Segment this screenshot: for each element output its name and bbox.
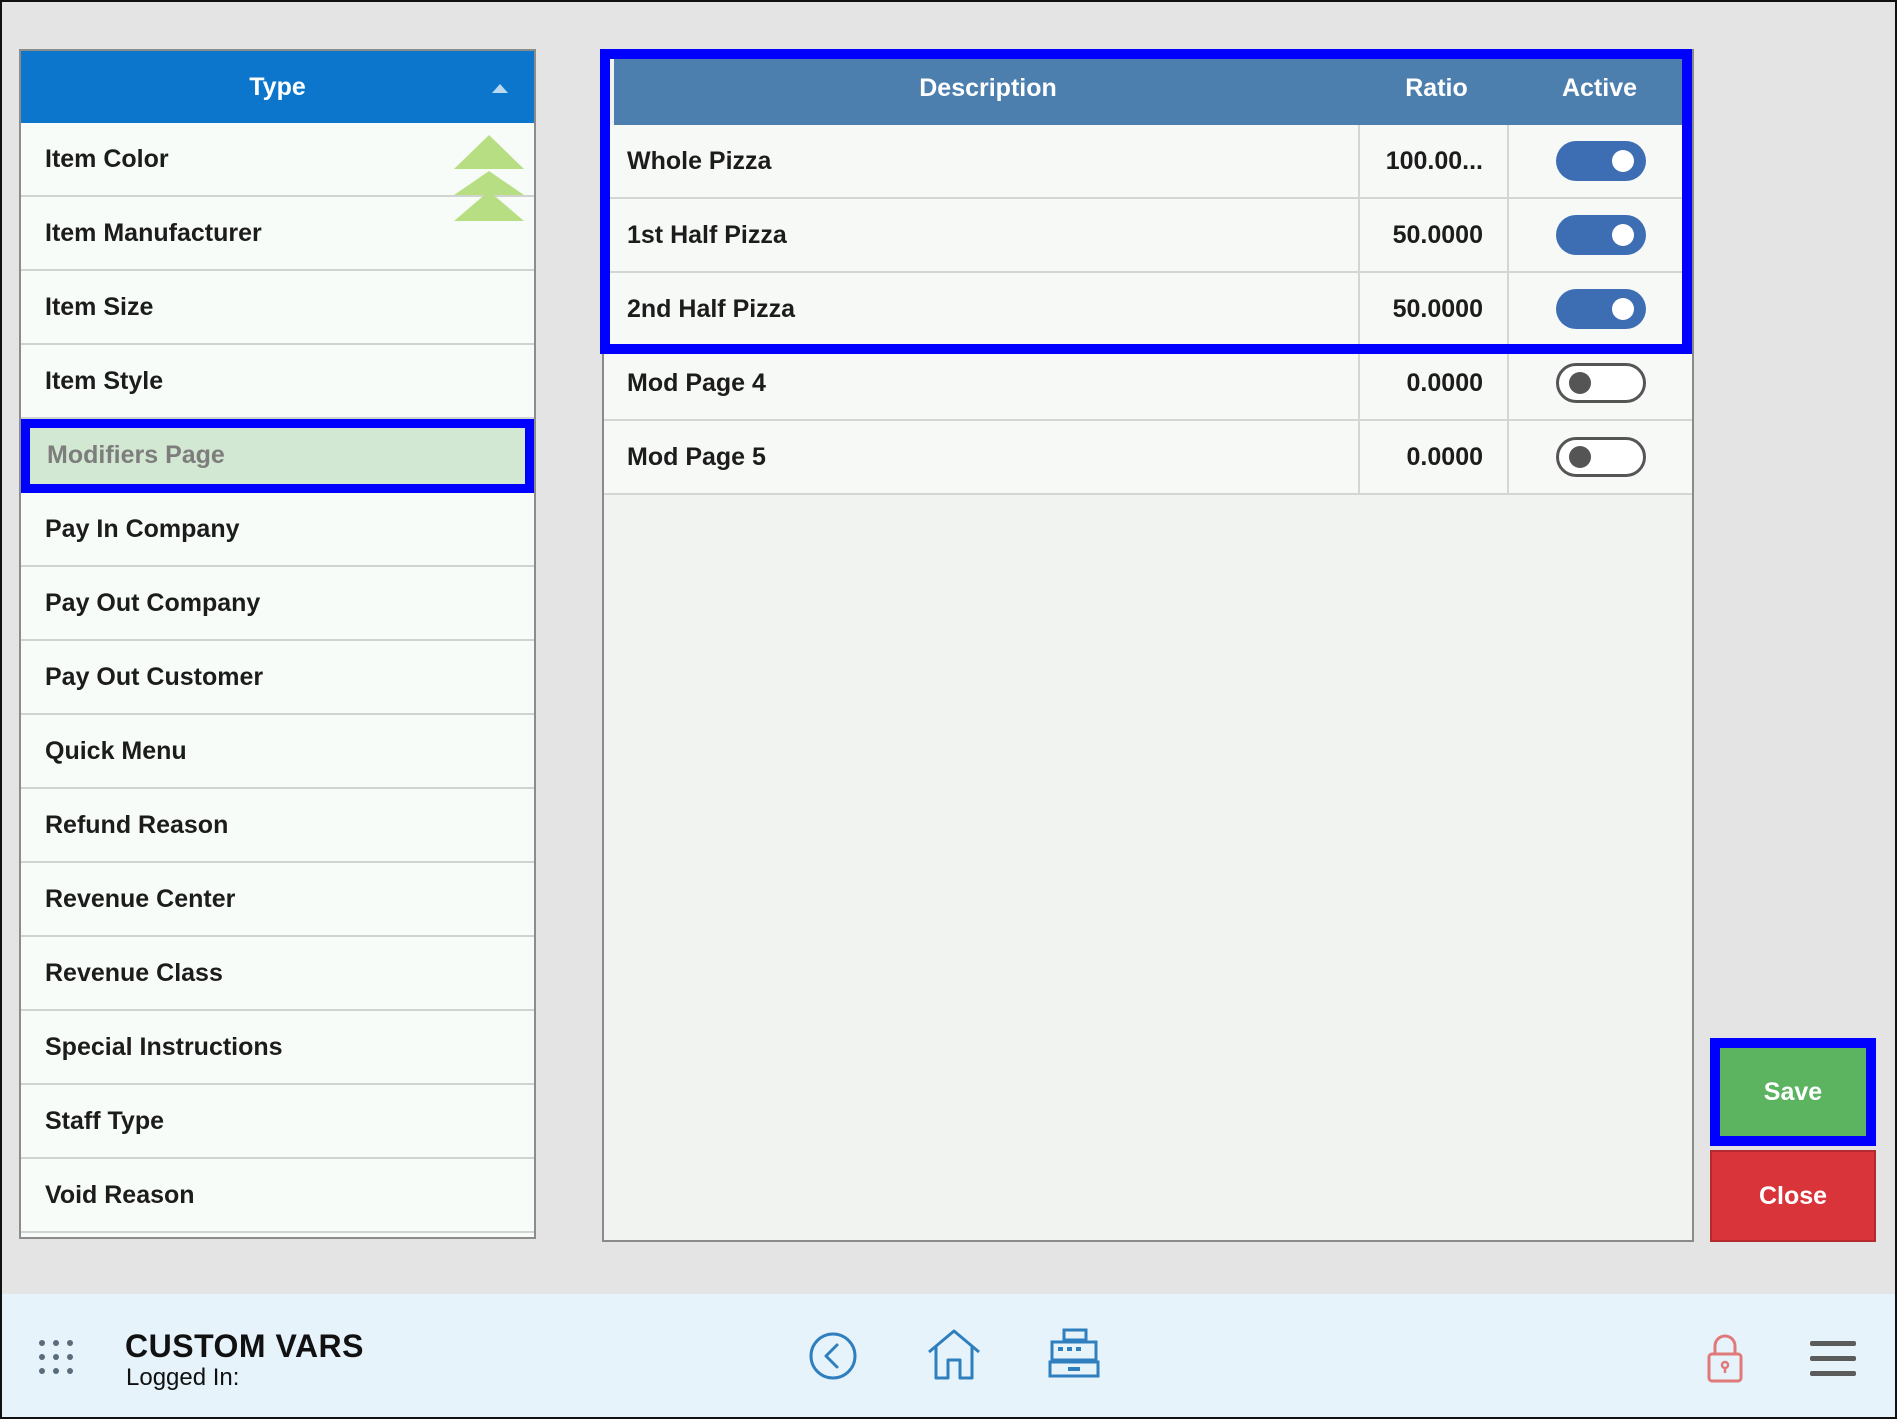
type-item[interactable]: Item Manufacturer <box>21 197 534 271</box>
active-cell <box>1509 199 1692 271</box>
active-toggle[interactable] <box>1555 141 1646 181</box>
footer-bar: CUSTOM VARS Logged In: <box>0 1294 1897 1419</box>
grid-rows: Whole Pizza 100.00... 1st Half Pizza 50.000… <box>604 125 1692 495</box>
type-item-label: Staff Type <box>45 1106 164 1135</box>
description-column-header[interactable]: Description <box>614 51 1362 125</box>
active-column-header[interactable]: Active <box>1511 51 1688 125</box>
type-item-label: Special Instructions <box>45 1032 283 1061</box>
description-cell[interactable]: Mod Page 5 <box>604 421 1360 493</box>
type-item-label: Item Style <box>45 366 164 395</box>
type-column-header[interactable]: Type <box>21 51 534 123</box>
type-list: Item Color Item Manufacturer Item Size Item… <box>21 123 534 1233</box>
active-toggle[interactable] <box>1555 437 1646 477</box>
type-item[interactable]: Revenue Class <box>21 937 534 1011</box>
grid-row[interactable]: Mod Page 4 0.0000 <box>604 347 1692 421</box>
type-item[interactable]: Special Instructions <box>21 1011 534 1085</box>
description-cell[interactable]: 2nd Half Pizza <box>604 273 1360 345</box>
type-item[interactable]: Modifiers Page <box>21 419 534 493</box>
app-title: CUSTOM VARS <box>125 1328 364 1364</box>
lock-icon[interactable] <box>1706 1334 1744 1384</box>
active-toggle[interactable] <box>1555 289 1646 329</box>
ratio-column-header[interactable]: Ratio <box>1362 51 1511 125</box>
type-item[interactable]: Pay Out Company <box>21 567 534 641</box>
active-cell <box>1509 347 1692 419</box>
type-item-label: Item Manufacturer <box>45 218 262 247</box>
ratio-cell[interactable]: 50.0000 <box>1360 273 1509 345</box>
grid-row[interactable]: Whole Pizza 100.00... <box>604 125 1692 199</box>
type-item[interactable]: Staff Type <box>21 1085 534 1159</box>
grid-header: Description Ratio Active <box>614 51 1688 125</box>
type-item[interactable]: Refund Reason <box>21 789 534 863</box>
cash-register-icon[interactable] <box>1048 1328 1100 1378</box>
toggle-knob <box>1568 446 1591 468</box>
ratio-cell[interactable]: 0.0000 <box>1360 421 1509 493</box>
grid-row[interactable]: Mod Page 5 0.0000 <box>604 421 1692 495</box>
active-cell <box>1509 421 1692 493</box>
type-item-label: Quick Menu <box>45 736 187 765</box>
grid-row[interactable]: 1st Half Pizza 50.0000 <box>604 199 1692 273</box>
ratio-cell[interactable]: 100.00... <box>1360 125 1509 197</box>
description-cell[interactable]: Whole Pizza <box>604 125 1360 197</box>
active-cell <box>1509 273 1692 345</box>
toggle-knob <box>1611 224 1634 246</box>
logged-in-label: Logged In: <box>126 1364 240 1391</box>
active-toggle[interactable] <box>1555 215 1646 255</box>
description-cell[interactable]: Mod Page 4 <box>604 347 1360 419</box>
type-item-label: Item Size <box>45 292 154 321</box>
back-icon[interactable] <box>808 1331 858 1381</box>
ratio-cell[interactable]: 50.0000 <box>1360 199 1509 271</box>
grid-row[interactable]: 2nd Half Pizza 50.0000 <box>604 273 1692 347</box>
description-cell[interactable]: 1st Half Pizza <box>604 199 1360 271</box>
type-item[interactable]: Item Style <box>21 345 534 419</box>
type-item[interactable]: Revenue Center <box>21 863 534 937</box>
type-item-label: Revenue Center <box>45 884 236 913</box>
close-button[interactable]: Close <box>1710 1150 1876 1242</box>
type-list-panel: Type Item Color Item Manufacturer Item Siz… <box>19 49 536 1239</box>
menu-icon[interactable] <box>1810 1341 1856 1377</box>
type-item-label: Modifiers Page <box>47 440 225 469</box>
sort-ascending-icon <box>492 84 508 93</box>
type-item-label: Item Color <box>45 144 169 173</box>
type-item-label: Refund Reason <box>45 810 229 839</box>
type-item-label: Void Reason <box>45 1180 195 1209</box>
type-item[interactable]: Void Reason <box>21 1159 534 1233</box>
type-item-label: Revenue Class <box>45 958 223 987</box>
type-item[interactable]: Quick Menu <box>21 715 534 789</box>
type-item-label: Pay Out Company <box>45 588 261 617</box>
modifier-grid: Description Ratio Active Whole Pizza 100.… <box>602 49 1694 1242</box>
type-item-label: Pay Out Customer <box>45 662 264 691</box>
type-item-label: Pay In Company <box>45 514 240 543</box>
type-item[interactable]: Pay In Company <box>21 493 534 567</box>
toggle-knob <box>1611 150 1634 172</box>
ratio-cell[interactable]: 0.0000 <box>1360 347 1509 419</box>
save-button[interactable]: Save <box>1710 1038 1876 1146</box>
type-item[interactable]: Item Color <box>21 123 534 197</box>
toggle-knob <box>1611 298 1634 320</box>
apps-grid-icon[interactable] <box>38 1339 74 1375</box>
type-item[interactable]: Pay Out Customer <box>21 641 534 715</box>
type-item[interactable]: Item Size <box>21 271 534 345</box>
active-cell <box>1509 125 1692 197</box>
home-icon[interactable] <box>926 1328 982 1382</box>
active-toggle[interactable] <box>1555 363 1646 403</box>
type-header-label: Type <box>249 72 306 101</box>
toggle-knob <box>1568 372 1591 394</box>
